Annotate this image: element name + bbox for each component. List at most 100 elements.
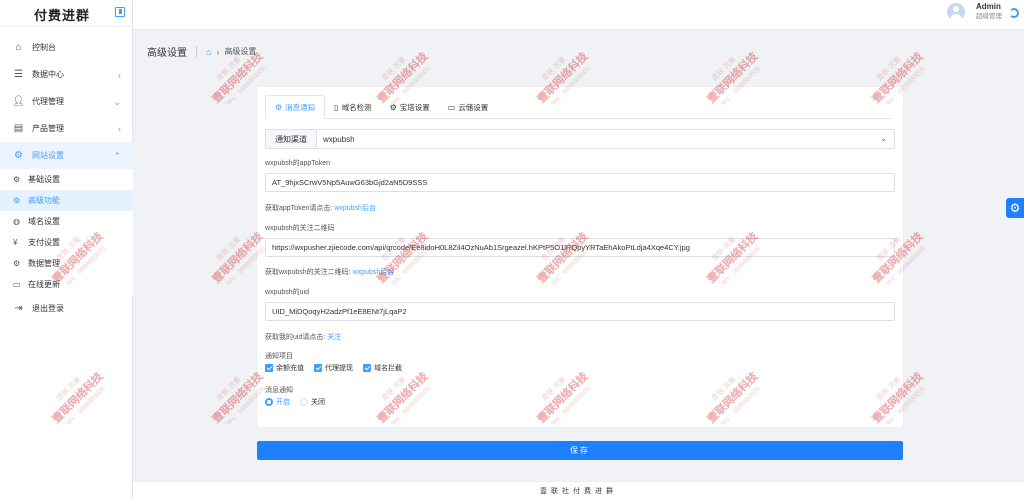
- message-notify-group: 开启 关闭: [265, 397, 335, 407]
- uid-link[interactable]: 关注: [327, 334, 341, 341]
- gear-icon: ⚙: [14, 150, 23, 161]
- checkbox-checked-icon[interactable]: [363, 364, 371, 372]
- tab-domain-check[interactable]: ▯ 域名检测: [325, 95, 380, 119]
- footer: 壹联社付费进群: [133, 481, 1024, 500]
- qr-hint: 获取wxpubsh的关注二维码: wxpubsh后台: [265, 267, 394, 277]
- avatar[interactable]: [947, 3, 965, 21]
- check-recharge[interactable]: 余额充值: [265, 363, 304, 373]
- channel-value[interactable]: wxpubsh: [317, 135, 894, 144]
- sidebar-item-basic[interactable]: ⚙ 基础设置: [0, 169, 133, 190]
- qr-link[interactable]: wxpubsh后台: [353, 269, 395, 276]
- settings-float-gear-icon[interactable]: ⚙: [1006, 198, 1024, 218]
- sidebar-item-domain[interactable]: ◍ 域名设置: [0, 211, 133, 232]
- product-icon: ▤: [13, 123, 24, 134]
- sidebar: 付费进群 ⌂ 控制台 ☰ 数据中心 ‹ 👤︎ 代理管理 ⌄ ▤ 产品管理 ‹ ⚙…: [0, 0, 133, 500]
- sidebar-item-label: 产品管理: [32, 124, 64, 133]
- sidebar-item-dashboard[interactable]: ⌂ 控制台: [0, 34, 133, 61]
- check-withdraw[interactable]: 代理提现: [314, 363, 353, 373]
- token-input[interactable]: AT_9hjxSCrwV5Np5AuwG63bGjd2aN5D9SSS: [265, 173, 895, 192]
- sidebar-item-update[interactable]: ▭ 在线更新: [0, 274, 133, 295]
- chevron-down-icon[interactable]: ⌄: [880, 134, 887, 143]
- sidebar-item-label: 网站设置: [32, 151, 64, 160]
- token-hint-text: 获取appToken请点击:: [265, 205, 333, 212]
- tab-label: 消息通知: [285, 102, 316, 112]
- sidebar-item-payment[interactable]: ¥ 支付设置: [0, 232, 133, 253]
- loading-spinner-icon: [1009, 8, 1019, 18]
- chevron-right-icon: ›: [216, 46, 220, 57]
- checkbox-checked-icon[interactable]: [314, 364, 322, 372]
- token-hint: 获取appToken请点击: wxpubsh后台: [265, 203, 376, 213]
- yen-icon: ¥: [13, 238, 18, 247]
- sidebar-item-agent[interactable]: 👤︎ 代理管理 ⌄: [0, 88, 133, 115]
- home-icon: ⌂: [15, 42, 22, 53]
- radio-off[interactable]: 关闭: [300, 397, 325, 407]
- sidebar-item-data-center[interactable]: ☰ 数据中心 ‹: [0, 61, 133, 88]
- user-menu[interactable]: Admin 超级管理: [947, 2, 1002, 22]
- page-title: 高级设置: [147, 48, 187, 59]
- globe-icon: ◍: [13, 217, 20, 226]
- sidebar-item-product[interactable]: ▤ 产品管理 ‹: [0, 115, 133, 142]
- check-label: 代理提现: [325, 365, 353, 372]
- storage-icon: ▭: [447, 102, 456, 112]
- sidebar-item-label: 域名设置: [28, 217, 60, 226]
- save-button[interactable]: 保存: [257, 441, 903, 460]
- document-icon: ▯: [334, 102, 339, 112]
- settings-card: ⚙ 消息通知 ▯ 域名检测 ⚙ 宝塔设置 ▭ 云储设置 通知渠道 wxpubsh…: [257, 87, 903, 427]
- sidebar-item-data[interactable]: ⚙ 数据管理: [0, 253, 133, 274]
- checkbox-checked-icon[interactable]: [265, 364, 273, 372]
- gear-icon: ⚙: [389, 102, 397, 112]
- channel-select[interactable]: 通知渠道 wxpubsh ⌄: [265, 129, 895, 149]
- notify-items-group: 余额充值 代理提现 域名拦截: [265, 363, 412, 373]
- collapse-sidebar-icon[interactable]: [115, 7, 125, 17]
- uid-label: wxpubsh的uid: [265, 289, 309, 296]
- notify-items-label: 通知项目: [265, 353, 293, 360]
- radio-on[interactable]: 开启: [265, 397, 290, 407]
- top-header: Admin 超级管理: [133, 0, 1024, 30]
- app-title: 付费进群: [34, 8, 91, 23]
- sidebar-item-label: 数据管理: [28, 259, 60, 268]
- sidebar-item-site-settings[interactable]: ⚙ 网站设置 ⌃: [0, 142, 133, 169]
- qr-input[interactable]: https://wxpusher.zjiecode.com/api/qrcode…: [265, 238, 895, 257]
- radio-selected-icon[interactable]: [265, 398, 273, 406]
- tab-bt-settings[interactable]: ⚙ 宝塔设置: [381, 95, 439, 119]
- chevron-down-icon: ⌄: [113, 97, 121, 107]
- home-icon[interactable]: ⌂: [206, 47, 211, 57]
- uid-hint-text: 获取我的uid请点击:: [265, 334, 326, 341]
- update-icon: ▭: [13, 280, 21, 289]
- token-label: wxpubsh的appToken: [265, 160, 330, 167]
- user-role: 超级管理: [976, 13, 1002, 20]
- tab-message-notify[interactable]: ⚙ 消息通知: [265, 95, 326, 119]
- token-link[interactable]: wxpubsh后台: [334, 205, 376, 212]
- tab-bar: ⚙ 消息通知 ▯ 域名检测 ⚙ 宝塔设置 ▭ 云储设置: [265, 95, 891, 119]
- radio-unselected-icon[interactable]: [300, 398, 308, 406]
- sidebar-item-logout[interactable]: ⇥ 退出登录: [0, 295, 133, 322]
- uid-hint: 获取我的uid请点击: 关注: [265, 332, 341, 342]
- chart-icon: ☰: [14, 69, 23, 80]
- qr-hint-text: 获取wxpubsh的关注二维码:: [265, 269, 351, 276]
- channel-label: 通知渠道: [266, 130, 317, 148]
- chevron-left-icon: ‹: [118, 124, 121, 134]
- check-domain-block[interactable]: 域名拦截: [363, 363, 402, 373]
- gear-icon: ⚙: [13, 259, 21, 268]
- radio-label: 开启: [276, 399, 290, 406]
- sidebar-item-advanced[interactable]: ⚙ 高级功能: [0, 190, 133, 211]
- check-label: 域名拦截: [374, 365, 402, 372]
- sidebar-item-label: 高级功能: [28, 196, 60, 205]
- breadcrumb-current: 高级设置: [224, 47, 257, 56]
- radio-label: 关闭: [311, 399, 325, 406]
- sidebar-nav: ⌂ 控制台 ☰ 数据中心 ‹ 👤︎ 代理管理 ⌄ ▤ 产品管理 ‹ ⚙ 网站设置…: [0, 34, 133, 322]
- gear-icon: ⚙: [275, 102, 283, 112]
- chevron-up-icon: ⌃: [113, 151, 121, 161]
- sidebar-item-label: 支付设置: [28, 238, 60, 247]
- tab-cloud-storage[interactable]: ▭ 云储设置: [439, 95, 498, 119]
- check-label: 余额充值: [276, 365, 304, 372]
- message-notify-label: 消息通知: [265, 387, 293, 394]
- sidebar-item-label: 数据中心: [32, 70, 64, 79]
- user-icon: 👤︎: [12, 96, 25, 107]
- sidebar-item-label: 控制台: [32, 43, 56, 52]
- uid-input[interactable]: UID_MiDQoqyH2adzPf1eE8ENt7jLqaP2: [265, 302, 895, 321]
- breadcrumb: 高级设置 ⌂ › 高级设置: [147, 44, 256, 59]
- logo-row: 付费进群: [0, 0, 132, 27]
- sidebar-item-label: 退出登录: [32, 304, 64, 313]
- chevron-left-icon: ‹: [118, 70, 121, 80]
